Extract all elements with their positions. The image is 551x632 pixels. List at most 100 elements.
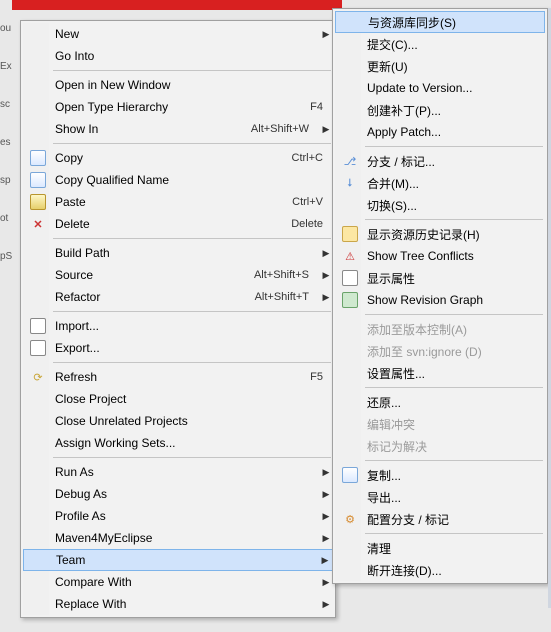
team-disconnect[interactable]: 断开连接(D)... — [335, 559, 545, 581]
menu-item-label: Build Path — [49, 246, 319, 260]
menu-source[interactable]: SourceAlt+Shift+S▶ — [23, 264, 333, 286]
blank-icon — [27, 267, 49, 283]
menu-import[interactable]: Import... — [23, 315, 333, 337]
menu-build-path[interactable]: Build Path▶ — [23, 242, 333, 264]
background-text-fragment: sc — [0, 96, 20, 114]
team-configure-branches[interactable]: ⚙配置分支 / 标记 — [335, 508, 545, 530]
blank-icon — [339, 438, 361, 454]
menu-refresh[interactable]: ⟳RefreshF5 — [23, 366, 333, 388]
menu-refactor[interactable]: RefactorAlt+Shift+T▶ — [23, 286, 333, 308]
menu-item-label: 导出... — [361, 489, 545, 506]
menu-item-label: 显示资源历史记录(H) — [361, 226, 545, 243]
menu-separator — [365, 219, 543, 220]
menu-close-project[interactable]: Close Project — [23, 388, 333, 410]
blank-icon — [27, 99, 49, 115]
menu-item-label: 分支 / 标记... — [361, 153, 545, 170]
menu-compare-with[interactable]: Compare With▶ — [23, 571, 333, 593]
menu-separator — [53, 143, 331, 144]
menu-item-label: 更新(U) — [361, 58, 545, 75]
menu-item-label: 提交(C)... — [361, 36, 545, 53]
team-merge[interactable]: ⭣合并(M)... — [335, 172, 545, 194]
background-text-fragment: es — [0, 134, 20, 152]
menu-item-label: Close Project — [49, 392, 333, 406]
exp-icon — [27, 340, 49, 356]
team-show-properties[interactable]: 显示属性 — [335, 267, 545, 289]
menu-copy[interactable]: CopyCtrl+C — [23, 147, 333, 169]
copy-icon — [339, 467, 361, 483]
team-apply-patch[interactable]: Apply Patch... — [335, 121, 545, 143]
menu-delete[interactable]: ✕DeleteDelete — [23, 213, 333, 235]
team-export[interactable]: 导出... — [335, 486, 545, 508]
menu-item-label: Replace With — [49, 597, 319, 611]
blank-icon — [340, 14, 362, 30]
blank-icon — [339, 562, 361, 578]
menu-profile-as[interactable]: Profile As▶ — [23, 505, 333, 527]
blank-icon — [27, 26, 49, 42]
menu-run-as[interactable]: Run As▶ — [23, 461, 333, 483]
blank-icon — [339, 36, 361, 52]
submenu-arrow-icon: ▶ — [319, 533, 333, 544]
context-menu-main[interactable]: New▶Go Into Open in New WindowOpen Type H… — [20, 20, 336, 618]
team-show-tree-conflicts[interactable]: ⚠Show Tree Conflicts — [335, 245, 545, 267]
menu-copy-qualified-name[interactable]: Copy Qualified Name — [23, 169, 333, 191]
menu-open-type-hierarchy[interactable]: Open Type HierarchyF4 — [23, 96, 333, 118]
team-set-property[interactable]: 设置属性... — [335, 362, 545, 384]
team-update-to-version[interactable]: Update to Version... — [335, 77, 545, 99]
team-show-history[interactable]: 显示资源历史记录(H) — [335, 223, 545, 245]
menu-item-label: 添加至 svn:ignore (D) — [361, 343, 545, 360]
team-copy[interactable]: 复制... — [335, 464, 545, 486]
team-show-revision-graph[interactable]: Show Revision Graph — [335, 289, 545, 311]
menu-new[interactable]: New▶ — [23, 23, 333, 45]
menu-separator — [365, 460, 543, 461]
blank-icon — [27, 530, 49, 546]
team-sync-repo[interactable]: 与资源库同步(S) — [335, 11, 545, 33]
team-update[interactable]: 更新(U) — [335, 55, 545, 77]
blank-icon — [339, 58, 361, 74]
menu-item-accelerator: Ctrl+C — [292, 152, 333, 164]
team-revert[interactable]: 还原... — [335, 391, 545, 413]
menu-paste[interactable]: PasteCtrl+V — [23, 191, 333, 213]
submenu-arrow-icon: ▶ — [319, 577, 333, 588]
copy-icon — [27, 172, 49, 188]
blank-icon — [27, 391, 49, 407]
submenu-arrow-icon: ▶ — [319, 29, 333, 40]
blank-icon — [339, 321, 361, 337]
cfg-icon: ⚙ — [339, 511, 361, 527]
blank-icon — [339, 343, 361, 359]
menu-team[interactable]: Team▶ — [23, 549, 333, 571]
menu-item-accelerator: Ctrl+V — [292, 196, 333, 208]
menu-item-label: Run As — [49, 465, 319, 479]
team-create-patch[interactable]: 创建补丁(P)... — [335, 99, 545, 121]
menu-export[interactable]: Export... — [23, 337, 333, 359]
blank-icon — [27, 245, 49, 261]
graph-icon — [339, 292, 361, 308]
team-switch[interactable]: 切换(S)... — [335, 194, 545, 216]
menu-open-new-window[interactable]: Open in New Window — [23, 74, 333, 96]
menu-item-label: Apply Patch... — [361, 125, 545, 139]
blank-icon — [27, 413, 49, 429]
hist-icon — [339, 226, 361, 242]
menu-item-label: Delete — [49, 217, 291, 231]
blank-icon — [339, 124, 361, 140]
menu-debug-as[interactable]: Debug As▶ — [23, 483, 333, 505]
menu-replace-with[interactable]: Replace With▶ — [23, 593, 333, 615]
menu-item-label: Show In — [49, 122, 251, 136]
menu-assign-working-sets[interactable]: Assign Working Sets... — [23, 432, 333, 454]
menu-maven4myeclipse[interactable]: Maven4MyEclipse▶ — [23, 527, 333, 549]
menu-go-into[interactable]: Go Into — [23, 45, 333, 67]
menu-close-unrelated[interactable]: Close Unrelated Projects — [23, 410, 333, 432]
blank-icon — [27, 574, 49, 590]
background-text-fragment: sp — [0, 172, 20, 190]
context-menu-team-submenu[interactable]: 与资源库同步(S) 提交(C)... 更新(U) Update to Version.… — [332, 8, 548, 584]
menu-item-label: 配置分支 / 标记 — [361, 511, 545, 528]
merge-icon: ⭣ — [339, 175, 361, 191]
menu-item-label: 创建补丁(P)... — [361, 102, 545, 119]
team-commit[interactable]: 提交(C)... — [335, 33, 545, 55]
team-cleanup[interactable]: 清理 — [335, 537, 545, 559]
menu-item-label: 添加至版本控制(A) — [361, 321, 545, 338]
menu-show-in[interactable]: Show InAlt+Shift+W▶ — [23, 118, 333, 140]
menu-item-label: Source — [49, 268, 254, 282]
menu-separator — [53, 311, 331, 312]
team-branch-tag[interactable]: ⎇分支 / 标记... — [335, 150, 545, 172]
menu-item-label: 复制... — [361, 467, 545, 484]
